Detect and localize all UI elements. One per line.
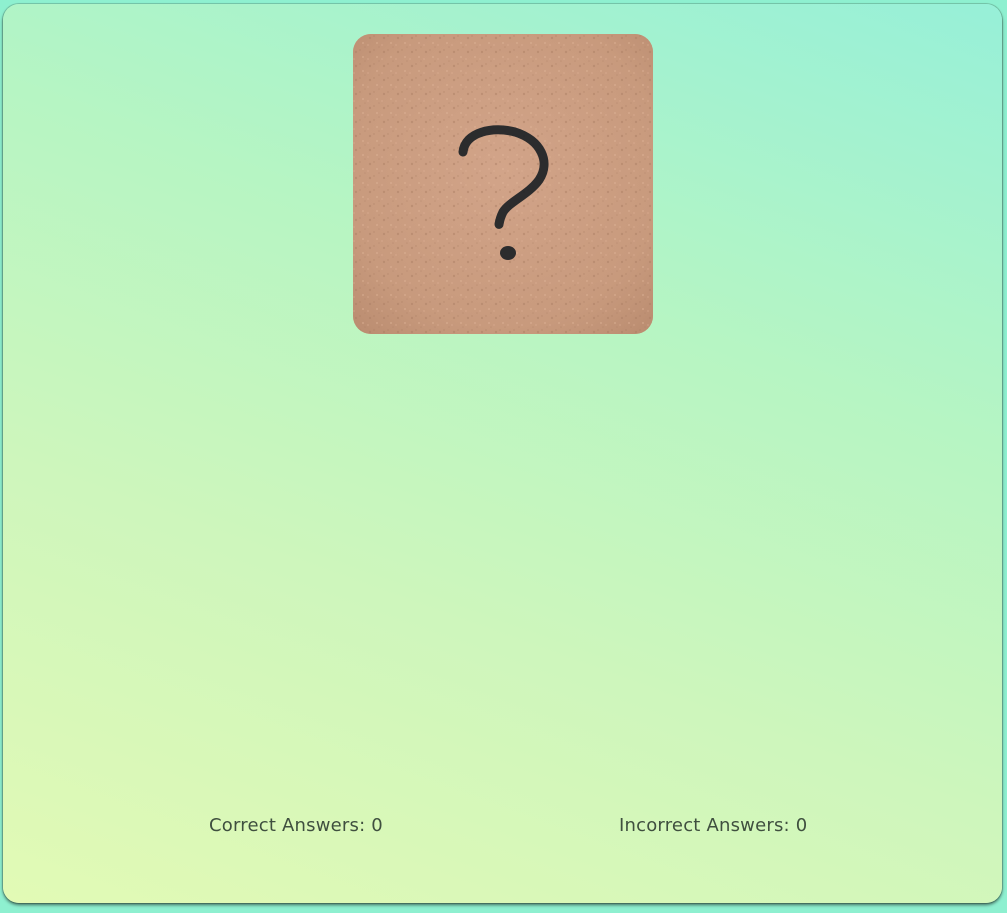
quiz-card: Correct Answers: 0 Incorrect Answers: 0 bbox=[3, 4, 1002, 903]
incorrect-answers-value: 0 bbox=[795, 815, 808, 836]
question-image bbox=[353, 34, 653, 334]
incorrect-answers-score: Incorrect Answers: 0 bbox=[619, 815, 807, 836]
correct-answers-label: Correct Answers: bbox=[209, 815, 372, 836]
incorrect-answers-label: Incorrect Answers: bbox=[619, 815, 796, 836]
page-background: Correct Answers: 0 Incorrect Answers: 0 bbox=[0, 0, 1007, 913]
question-mark-icon bbox=[353, 34, 653, 334]
correct-answers-value: 0 bbox=[371, 815, 383, 836]
correct-answers-score: Correct Answers: 0 bbox=[209, 815, 383, 836]
